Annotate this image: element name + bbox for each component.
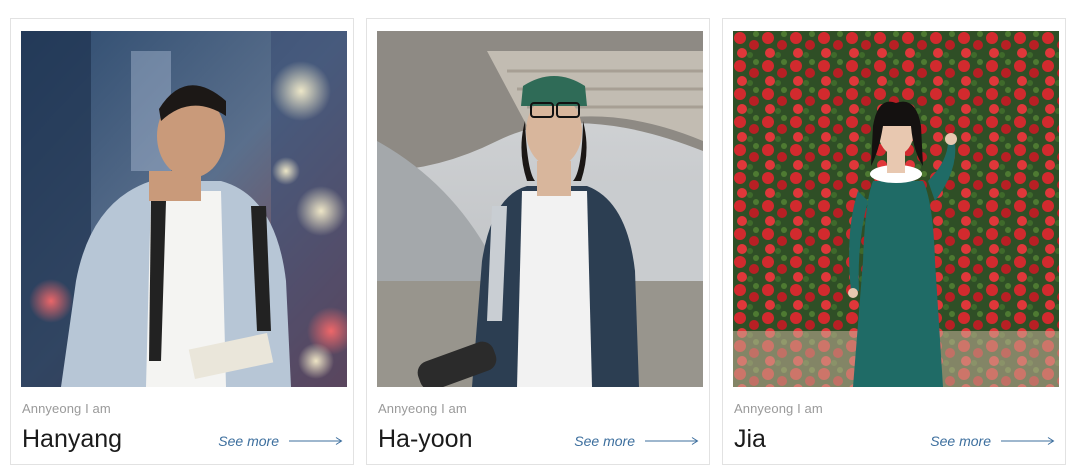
card-subtitle: Annyeong I am [22,401,111,416]
profile-photo [21,31,347,387]
profile-name: Jia [734,425,766,453]
see-more-label: See more [218,433,279,449]
card-subtitle: Annyeong I am [734,401,823,416]
profile-card-row: Annyeong I am Hanyang See more Annyeong … [0,0,1078,475]
see-more-link[interactable]: See more [930,433,1055,449]
see-more-label: See more [930,433,991,449]
card-subtitle: Annyeong I am [378,401,467,416]
profile-card: Annyeong I am Hanyang See more [10,18,354,465]
arrow-right-icon [1001,437,1055,445]
arrow-right-icon [289,437,343,445]
see-more-label: See more [574,433,635,449]
profile-name: Ha-yoon [378,425,473,453]
profile-name: Hanyang [22,425,123,453]
profile-photo [733,31,1059,387]
profile-card: Annyeong I am Ha-yoon See more [366,18,710,465]
see-more-link[interactable]: See more [218,433,343,449]
arrow-right-icon [645,437,699,445]
profile-card: Annyeong I am Jia See more [722,18,1066,465]
see-more-link[interactable]: See more [574,433,699,449]
profile-photo [377,31,703,387]
